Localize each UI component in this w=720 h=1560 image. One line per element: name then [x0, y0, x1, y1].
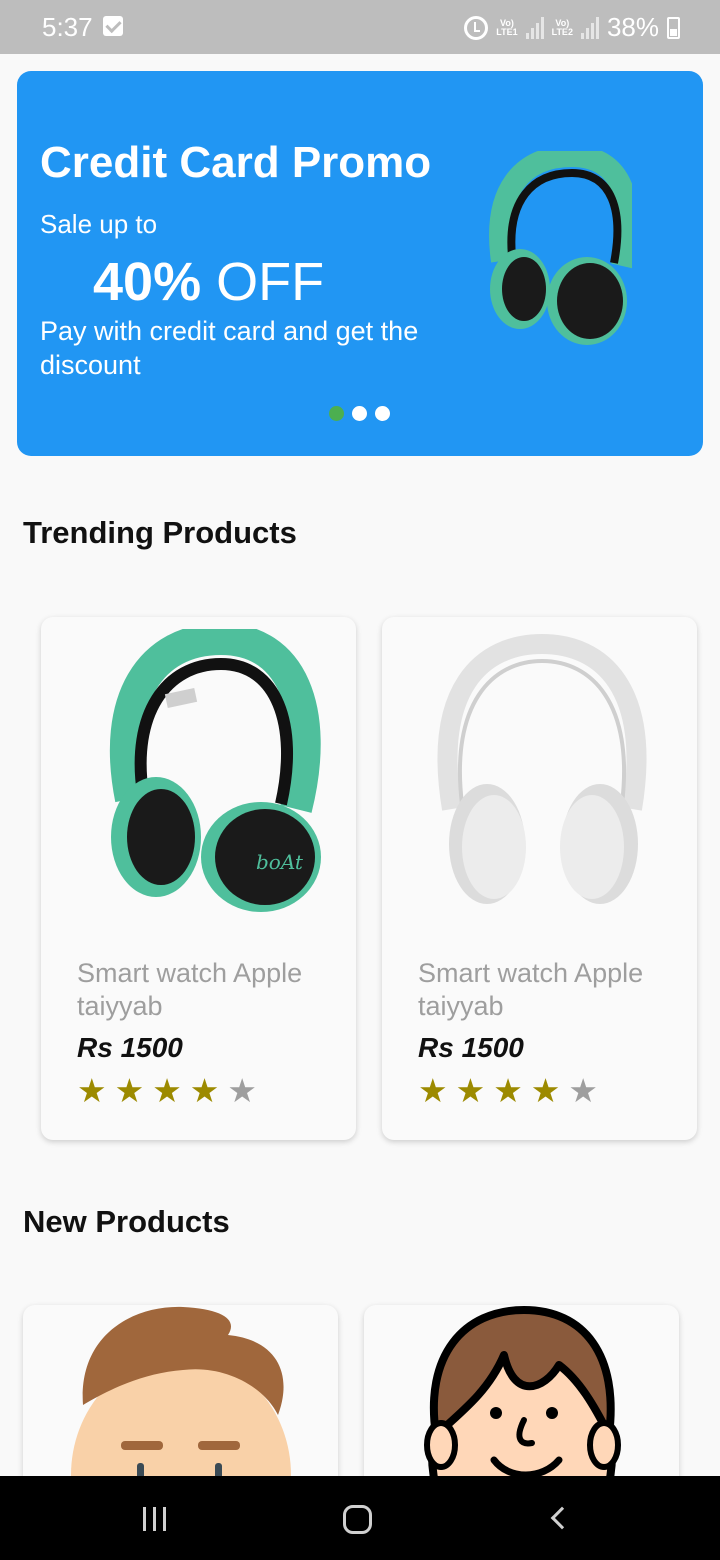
promo-discount: 40% OFF [93, 252, 325, 312]
new-products-title: New Products [23, 1204, 230, 1239]
promo-banner[interactable]: Credit Card Promo Sale up to 40% OFF Pay… [17, 71, 703, 456]
star-filled-icon: ★ [418, 1072, 448, 1109]
promo-title: Credit Card Promo [40, 138, 432, 187]
product-card[interactable]: boAt Smart watch Apple taiyyab Rs 1500 ★… [41, 617, 356, 1140]
carousel-dot[interactable] [329, 406, 344, 421]
status-time: 5:37 [42, 12, 93, 42]
back-icon[interactable] [550, 1506, 574, 1530]
white-headphones-image [437, 633, 647, 904]
boy-avatar-image [71, 1306, 291, 1505]
product-name: Smart watch Apple taiyyab [77, 958, 303, 1021]
promo-description: Pay with credit card and get the discoun… [40, 316, 419, 380]
trending-title: Trending Products [23, 515, 297, 550]
new-product-card[interactable] [23, 1305, 338, 1505]
home-icon[interactable] [343, 1505, 372, 1534]
star-filled-icon: ★ [152, 1072, 182, 1109]
network-2-icon: Vo) LTE2 [551, 17, 573, 37]
status-bar: 5:37 Vo) LTE1 Vo) LTE2 38% [0, 0, 720, 54]
star-filled-icon: ★ [77, 1072, 107, 1109]
check-icon [103, 16, 123, 36]
carousel-dot[interactable] [352, 406, 367, 421]
battery-icon [667, 16, 680, 39]
product-price: Rs 1500 [77, 1032, 183, 1063]
signal-icon [525, 16, 544, 39]
recents-icon[interactable] [143, 1507, 166, 1531]
star-empty-icon: ★ [568, 1072, 598, 1109]
product-card[interactable]: Smart watch Apple taiyyab Rs 1500 ★ ★ ★ … [382, 617, 697, 1140]
product-name: Smart watch Apple taiyyab [418, 958, 644, 1021]
carousel-dot[interactable] [375, 406, 390, 421]
svg-text:boAt: boAt [256, 850, 304, 874]
star-filled-icon: ★ [493, 1072, 523, 1109]
alarm-icon [464, 15, 489, 40]
headphones-image [489, 151, 632, 345]
product-rating: ★ ★ ★ ★ ★ [77, 1073, 257, 1109]
battery-percent: 38% [606, 12, 659, 42]
star-filled-icon: ★ [189, 1072, 220, 1109]
network-1-icon: Vo) LTE1 [496, 17, 518, 37]
product-rating: ★ ★ ★ ★ ★ [418, 1073, 598, 1109]
star-filled-icon: ★ [530, 1072, 561, 1109]
navigation-bar [0, 1476, 720, 1560]
star-filled-icon: ★ [455, 1072, 486, 1109]
status-icons: Vo) LTE1 Vo) LTE2 38% [464, 12, 680, 43]
new-product-card[interactable] [364, 1305, 679, 1505]
product-price: Rs 1500 [418, 1032, 524, 1063]
promo-sale-text: Sale up to [40, 209, 158, 239]
cartoon-boy-avatar-image [424, 1306, 621, 1505]
star-empty-icon: ★ [227, 1072, 257, 1109]
green-headphones-image: boAt [109, 629, 321, 912]
signal-icon [580, 16, 599, 39]
carousel-dots[interactable] [329, 406, 390, 421]
star-filled-icon: ★ [114, 1072, 145, 1109]
